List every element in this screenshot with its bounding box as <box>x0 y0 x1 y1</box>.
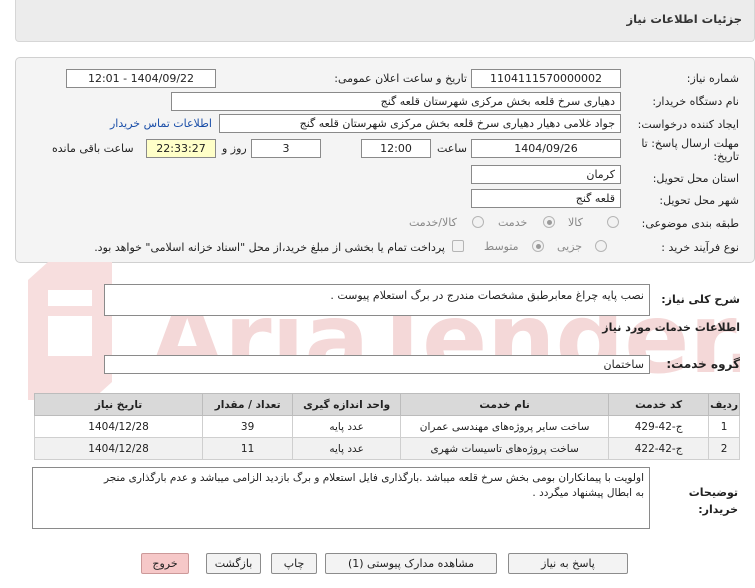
treasury-payment-checkbox[interactable] <box>452 240 464 252</box>
cell-need-date: 1404/12/28 <box>33 415 204 438</box>
deadline-time-field: 12:00 <box>361 139 431 158</box>
print-button[interactable]: چاپ <box>271 553 317 574</box>
back-button[interactable]: بازگشت <box>206 553 261 574</box>
buyer-notes-label-line-2: خریدار: <box>698 503 738 516</box>
col-need-date: تاریخ نیاز <box>33 393 204 416</box>
need-number-field: 1104111570000002 <box>471 69 621 88</box>
cell-service-name: ساخت پروژه‌های تاسیسات شهری <box>400 437 610 460</box>
category-radio-goods-service[interactable] <box>472 216 484 228</box>
deadline-date-label: تاریخ: <box>713 150 739 163</box>
remaining-time-label: ساعت باقی مانده <box>52 142 134 155</box>
col-unit: واحد اندازه گیری <box>292 393 402 416</box>
need-number-label: شماره نیاز: <box>686 72 739 85</box>
service-group-label: گروه خدمت: <box>666 357 740 371</box>
process-radio-medium[interactable] <box>532 240 544 252</box>
process-option-minor: جزیی <box>557 240 583 253</box>
treasury-payment-note: پرداخت تمام یا بخشی از مبلغ خرید،از محل … <box>94 241 445 254</box>
description-label: شرح کلی نیاز: <box>661 293 740 306</box>
creator-label: ایجاد کننده درخواست: <box>637 118 739 131</box>
days-label: روز و <box>222 142 247 155</box>
province-label: استان محل تحویل: <box>652 172 739 185</box>
cell-row: 1 <box>708 415 740 438</box>
col-service-code: کد خدمت <box>608 393 710 416</box>
cell-service-code: ج-42-429 <box>608 415 710 438</box>
view-attachments-button[interactable]: مشاهده مدارک پیوستی (1) <box>325 553 497 574</box>
table-row: 1 ج-42-429 ساخت سایر پروژه‌های مهندسی عم… <box>33 415 740 438</box>
description-field: نصب پایه چراغ معابرطبق مشخصات مندرج در ب… <box>104 284 650 316</box>
category-option-goods: کالا <box>568 216 583 229</box>
description-text: نصب پایه چراغ معابرطبق مشخصات مندرج در ب… <box>330 289 644 302</box>
col-row: ردیف <box>708 393 740 416</box>
cell-row: 2 <box>708 437 740 460</box>
buyer-notes-field: اولویت با پیمانکاران بومی بخش سرخ قلعه م… <box>32 467 650 529</box>
remaining-time-field: 22:33:27 <box>146 139 216 158</box>
watermark-shield-icon <box>28 262 112 400</box>
creator-field: جواد غلامی دهیار دهیاری سرخ قلعه بخش مرک… <box>219 114 621 133</box>
services-table-header: ردیف کد خدمت نام خدمت واحد اندازه گیری ت… <box>33 393 740 416</box>
category-option-service: خدمت <box>498 216 528 229</box>
page-title: جزئیات اطلاعات نیاز <box>626 12 742 26</box>
cell-quantity: 39 <box>202 415 294 438</box>
cell-unit: عدد پایه <box>292 437 402 460</box>
cell-unit: عدد پایه <box>292 415 402 438</box>
page-header: جزئیات اطلاعات نیاز <box>15 0 755 42</box>
city-field: قلعه گنج <box>471 189 621 208</box>
category-option-goods-service: کالا/خدمت <box>409 216 457 229</box>
services-table: ردیف کد خدمت نام خدمت واحد اندازه گیری ت… <box>33 393 740 460</box>
category-radio-service[interactable] <box>543 216 555 228</box>
province-field: کرمان <box>471 165 621 184</box>
cell-quantity: 11 <box>202 437 294 460</box>
deadline-time-label: ساعت <box>437 142 467 155</box>
category-label: طبقه بندی موضوعی: <box>641 217 739 230</box>
service-group-field: ساختمان <box>104 355 650 374</box>
exit-button[interactable]: خروج <box>141 553 189 574</box>
buyer-org-field: دهیاری سرخ قلعه بخش مرکزی شهرستان قلعه گ… <box>171 92 621 111</box>
deadline-date-field: 1404/09/26 <box>471 139 621 158</box>
cell-service-name: ساخت سایر پروژه‌های مهندسی عمران <box>400 415 610 438</box>
col-service-name: نام خدمت <box>400 393 610 416</box>
col-quantity: تعداد / مقدار <box>202 393 294 416</box>
process-radio-minor[interactable] <box>595 240 607 252</box>
table-row: 2 ج-42-422 ساخت پروژه‌های تاسیسات شهری ع… <box>33 437 740 460</box>
buyer-org-label: نام دستگاه خریدار: <box>652 95 739 108</box>
buyer-notes-label-line-1: توضیحات <box>688 486 738 499</box>
city-label: شهر محل تحویل: <box>659 194 739 207</box>
reply-button[interactable]: پاسخ به نیاز <box>508 553 628 574</box>
services-section-title: اطلاعات خدمات مورد نیاز <box>602 321 740 334</box>
cell-need-date: 1404/12/28 <box>33 437 204 460</box>
cell-service-code: ج-42-422 <box>608 437 710 460</box>
buyer-notes-line-2: به ابطال پیشنهاد میگردد . <box>532 487 644 499</box>
deadline-label: مهلت ارسال پاسخ: تا <box>641 137 739 150</box>
announce-field: 1404/09/22 - 12:01 <box>66 69 216 88</box>
process-label: نوع فرآیند خرید : <box>661 241 739 254</box>
contact-info-link[interactable]: اطلاعات تماس خریدار <box>110 117 212 130</box>
buyer-notes-line-1: اولویت با پیمانکاران بومی بخش سرخ قلعه م… <box>103 472 644 484</box>
announce-label: تاریخ و ساعت اعلان عمومی: <box>334 72 467 85</box>
category-radio-goods[interactable] <box>607 216 619 228</box>
days-remaining-field: 3 <box>251 139 321 158</box>
process-option-medium: متوسط <box>484 240 519 253</box>
